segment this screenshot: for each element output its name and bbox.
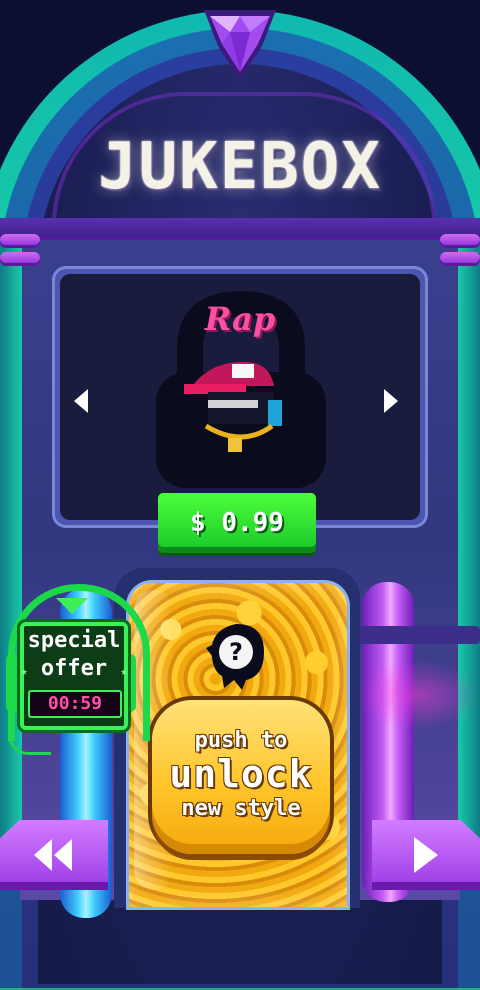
star-icon: ★: [20, 664, 28, 678]
left-band-top: [0, 234, 40, 248]
gem-icon: [196, 6, 284, 86]
style-name: Rap: [204, 300, 276, 338]
back-button[interactable]: [0, 820, 108, 890]
star-icon: ★: [120, 664, 128, 678]
unlock-new-style-button[interactable]: push to unlock new style: [152, 700, 330, 854]
header-divider: [0, 218, 480, 240]
tube-clamp: [352, 626, 480, 644]
offer-label-line2: ★ offer ★: [20, 656, 128, 681]
unlock-label-line1: push to: [194, 728, 288, 753]
play-next-icon: [414, 837, 438, 873]
rewind-icon: [34, 839, 72, 871]
buy-style-button[interactable]: $ 0.99: [158, 493, 316, 553]
right-rail: [458, 230, 480, 890]
next-button[interactable]: [372, 820, 480, 890]
offer-label-line1: special: [27, 628, 121, 653]
right-band-bottom: [440, 252, 480, 266]
left-rail: [0, 230, 22, 890]
offer-countdown-timer: 00:59: [28, 690, 122, 718]
unlock-label-line2: unlock: [169, 752, 313, 796]
next-style-arrow-icon[interactable]: [384, 389, 398, 413]
offer-label-word: offer: [40, 656, 108, 681]
right-band-top: [440, 234, 480, 248]
unlock-label-line3: new style: [181, 796, 301, 821]
mystery-question-mark: ?: [229, 638, 243, 666]
right-tube-glow: [356, 660, 480, 730]
previous-style-arrow-icon[interactable]: [74, 389, 88, 413]
jukebox-title: JUKEBOX: [98, 130, 382, 204]
mystery-character-icon: ?: [202, 618, 272, 690]
left-band-bottom: [0, 252, 40, 266]
offer-indicator-icon: [56, 598, 88, 614]
